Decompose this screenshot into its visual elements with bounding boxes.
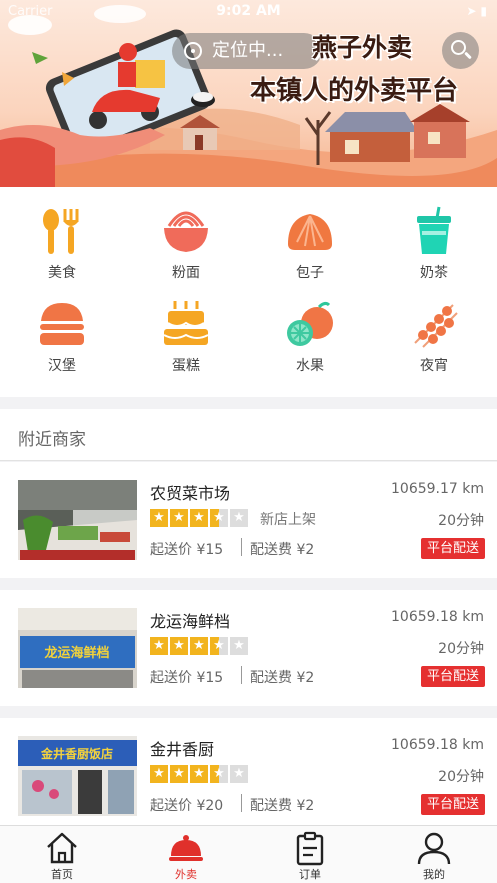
star-icon [170, 637, 188, 655]
battery-icon: ➤ ▮ [466, 4, 487, 18]
star-icon [190, 765, 208, 783]
platform-delivery-badge: 平台配送 [420, 666, 485, 687]
milk-tea-icon [417, 206, 451, 254]
star-icon [190, 509, 208, 527]
nearby-header: 附近商家 [0, 409, 497, 461]
category-label: 奶茶 [420, 265, 448, 281]
tab-label: 外卖 [175, 868, 197, 881]
locate-icon [184, 42, 202, 60]
star-empty-icon [230, 509, 248, 527]
cloche-icon [169, 835, 203, 861]
category-label: 包子 [296, 265, 324, 281]
tab-takeout[interactable]: 外卖 [124, 826, 248, 883]
category-fruit[interactable]: 水果 [248, 299, 372, 375]
category-burger[interactable]: 汉堡 [0, 299, 124, 375]
location-label: 定位中... [212, 40, 284, 61]
shop-distance: 10659.18 km [391, 609, 484, 625]
tab-label: 订单 [299, 868, 321, 881]
star-half-icon [210, 765, 228, 783]
category-buns[interactable]: 包子 [248, 206, 372, 282]
shop-card[interactable]: 龙运海鲜档 龙运海鲜档 10659.18 km 20分钟 起送价 ¥15 配送费… [0, 590, 497, 706]
category-label: 蛋糕 [172, 358, 200, 374]
min-order: 起送价 ¥15 [150, 670, 224, 686]
shop-name: 龙运海鲜档 [150, 612, 231, 631]
shop-rating [150, 765, 250, 783]
shop-name: 金井香厨 [150, 740, 215, 759]
shop-eta: 20分钟 [438, 641, 484, 657]
svg-text:龙运海鲜档: 龙运海鲜档 [44, 645, 109, 661]
section-title: 附近商家 [18, 430, 86, 450]
category-grid: 美食 粉面 包子 奶茶 汉堡 蛋糕 水果 夜宵 [0, 187, 497, 397]
category-label: 美食 [48, 265, 76, 281]
location-button[interactable]: 定位中... [172, 33, 322, 69]
category-label: 夜宵 [420, 358, 448, 374]
delivery-fee: 配送费 ¥2 [250, 670, 315, 686]
shop-card[interactable]: 农贸菜市场 10659.17 km 新店上架 20分钟 起送价 ¥15 配送费 … [0, 462, 497, 578]
tab-label: 我的 [423, 868, 445, 881]
shop-photo [18, 480, 137, 560]
shop-rating [150, 637, 250, 655]
category-late-night[interactable]: 夜宵 [372, 299, 496, 375]
burger-icon [40, 303, 84, 345]
min-order: 起送价 ¥15 [150, 542, 224, 558]
new-shop-tag: 新店上架 [260, 512, 316, 528]
platform-delivery-badge: 平台配送 [420, 794, 485, 815]
shop-eta: 20分钟 [438, 769, 484, 785]
star-half-icon [210, 637, 228, 655]
noodle-bowl-icon [164, 211, 208, 252]
delivery-fee: 配送费 ¥2 [250, 542, 315, 558]
star-icon [190, 637, 208, 655]
skewer-icon [414, 304, 458, 348]
shop-photo: 金井香厨饭店 [18, 736, 137, 816]
star-empty-icon [230, 765, 248, 783]
star-icon [150, 637, 168, 655]
category-cake[interactable]: 蛋糕 [124, 299, 248, 375]
shop-distance: 10659.18 km [391, 737, 484, 753]
category-milk-tea[interactable]: 奶茶 [372, 206, 496, 282]
house-right [325, 104, 470, 162]
shop-eta: 20分钟 [438, 513, 484, 529]
svg-text:金井香厨饭店: 金井香厨饭店 [40, 746, 113, 761]
search-button[interactable] [442, 32, 479, 69]
category-noodles[interactable]: 粉面 [124, 206, 248, 282]
tab-profile[interactable]: 我的 [372, 826, 496, 883]
min-order: 起送价 ¥20 [150, 798, 224, 814]
tab-orders[interactable]: 订单 [248, 826, 372, 883]
tab-label: 首页 [51, 868, 73, 881]
platform-delivery-badge: 平台配送 [420, 538, 485, 559]
star-empty-icon [230, 637, 248, 655]
shop-rating [150, 509, 250, 527]
star-icon [150, 765, 168, 783]
star-icon [150, 509, 168, 527]
bottom-tab-bar: 首页 外卖 订单 我的 [0, 825, 497, 883]
shop-photo: 龙运海鲜档 [18, 608, 137, 688]
shop-distance: 10659.17 km [391, 481, 484, 497]
app-root: Carrier 9:02 AM ➤ ▮ 定位中... 燕子外卖 本镇人的外卖平台… [0, 0, 497, 883]
bun-icon [288, 214, 332, 250]
clipboard-icon [296, 831, 324, 866]
category-label: 粉面 [172, 265, 200, 281]
brand-tagline: 本镇人的外卖平台 [250, 76, 459, 106]
status-bar: Carrier 9:02 AM ➤ ▮ [0, 0, 497, 24]
fruit-icon [287, 301, 333, 346]
header-banner: Carrier 9:02 AM ➤ ▮ 定位中... 燕子外卖 本镇人的外卖平台 [0, 0, 497, 187]
fork-spoon-icon [43, 209, 79, 254]
user-icon [417, 832, 451, 865]
shop-card[interactable]: 金井香厨饭店 金井香厨 10659.18 km 20分钟 起送价 ¥20 配送费… [0, 718, 497, 826]
home-icon [47, 832, 77, 864]
star-icon [170, 509, 188, 527]
brand-slogan: 燕子外卖 [312, 33, 413, 62]
tab-home[interactable]: 首页 [0, 826, 124, 883]
category-food[interactable]: 美食 [0, 206, 124, 282]
category-label: 水果 [296, 358, 324, 374]
status-time: 9:02 AM [216, 3, 281, 19]
delivery-fee: 配送费 ¥2 [250, 798, 315, 814]
category-label: 汉堡 [48, 358, 76, 374]
cake-icon [163, 301, 209, 345]
shop-name: 农贸菜市场 [150, 484, 231, 503]
star-icon [170, 765, 188, 783]
star-half-icon [210, 509, 228, 527]
